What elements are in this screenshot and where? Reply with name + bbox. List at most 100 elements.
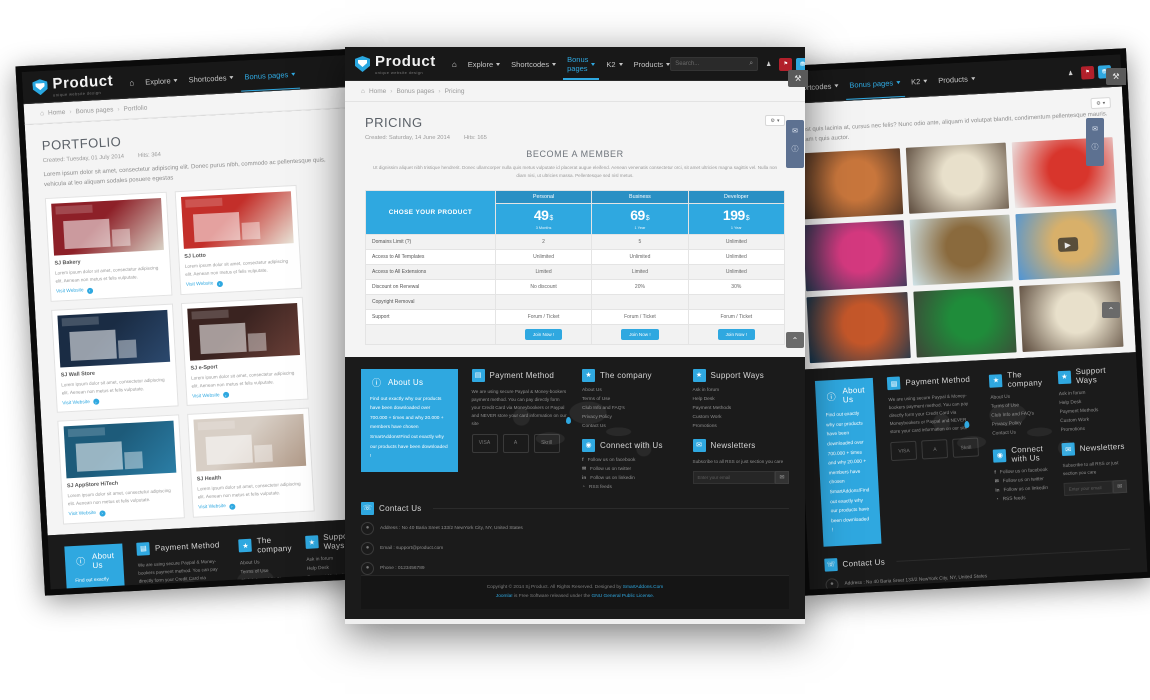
search-input[interactable]: Search... ⌕ — [670, 57, 759, 71]
display-options-button[interactable]: ⚙ ▾ — [765, 115, 785, 126]
newsletter-email-input[interactable]: Enter your email — [692, 470, 775, 484]
brave-movie-poster[interactable] — [806, 292, 911, 364]
social-link[interactable]: ◔ RSS feeds — [582, 485, 679, 490]
social-link[interactable]: ✉ Follow us on twitter — [995, 477, 1050, 485]
send-mail-icon[interactable]: ✉ — [1112, 480, 1128, 494]
nav-products[interactable]: Products — [937, 62, 975, 96]
visit-website-link[interactable]: Visit Website › — [56, 284, 166, 296]
pricing-window[interactable]: Product unique website design ⌂ Explore … — [345, 47, 805, 624]
join-now-button[interactable]: Join Now ! — [717, 328, 756, 340]
user-account-icon[interactable]: ♟ — [1064, 66, 1078, 80]
nav-home[interactable]: ⌂ — [452, 48, 457, 80]
portfolio-thumbnail[interactable] — [51, 198, 164, 256]
nav-home[interactable]: ⌂ — [128, 66, 135, 98]
social-link[interactable]: ◔ RSS feeds — [996, 495, 1051, 503]
portfolio-window[interactable]: Product unique website design ⌂ Explore … — [15, 48, 390, 596]
pricing-header-row: CHOSE YOUR PRODUCT Personal Business Develo… — [365, 189, 786, 235]
portfolio-card[interactable]: SJ Health Lorem ipsum dolor sit amet, co… — [187, 407, 315, 518]
visit-website-link[interactable]: Visit Website › — [192, 388, 302, 400]
gpl-link[interactable]: GNU General Public License. — [592, 594, 655, 599]
flying-animals-art[interactable] — [909, 214, 1014, 286]
nav-bonus-pages[interactable]: Bonus pages — [563, 48, 600, 80]
smartaddons-link[interactable]: SmartAddons.Com — [623, 585, 664, 590]
nav-products[interactable]: Products — [634, 48, 671, 80]
join-now-button[interactable]: Join Now ! — [621, 328, 659, 340]
caricature-art[interactable] — [913, 286, 1017, 358]
site-logo[interactable]: Product unique website design — [32, 72, 114, 98]
info-icon[interactable]: ⓘ — [792, 144, 799, 154]
visit-website-link[interactable]: Visit Website › — [68, 506, 178, 518]
center-nav[interactable]: ⌂ Explore Shortcodes Bonus pages K2 Prod… — [452, 47, 671, 81]
cart-icon[interactable]: ⛃ — [796, 57, 805, 71]
portfolio-card[interactable]: SJ Bakery Lorem ipsum dolor sit amet, co… — [44, 191, 173, 302]
portfolio-thumbnail[interactable] — [193, 414, 307, 472]
portfolio-card[interactable]: SJ Wall Store Lorem ipsum dolor sit amet… — [51, 303, 179, 414]
info-icon[interactable]: ⓘ — [1092, 142, 1099, 152]
nav-k2[interactable]: K2 — [910, 65, 928, 98]
visit-website-link[interactable]: Visit Website › — [198, 500, 308, 512]
play-button-icon[interactable]: ▶ — [1057, 237, 1079, 253]
portfolio-thumbnail[interactable] — [57, 309, 171, 368]
left-side-tab-widget[interactable]: ✉ ⓘ — [786, 120, 804, 168]
join-now-button[interactable]: Join Now ! — [524, 328, 563, 340]
user-account-icon[interactable]: ♟ — [762, 58, 775, 71]
right-toolbar[interactable]: ♟ ⚑ ⛃ — [1064, 64, 1112, 80]
portfolio-card[interactable]: SJ Lotto Lorem ipsum dolor sit amet, con… — [174, 185, 303, 295]
send-mail-icon[interactable]: ✉ — [775, 470, 789, 484]
portfolio-thumbnail[interactable] — [180, 191, 294, 250]
coffee-cup-photo[interactable] — [798, 148, 903, 220]
social-link[interactable]: in Follow us on linkedin — [995, 486, 1050, 494]
explorer-3d-video[interactable]: ▶ — [1015, 209, 1120, 281]
visit-website-link[interactable]: Visit Website › — [186, 277, 296, 289]
footer-link[interactable]: Privacy Policy — [241, 586, 294, 594]
breadcrumb-bonus[interactable]: Bonus pages — [396, 88, 434, 95]
joomla-link[interactable]: Joomla! — [496, 594, 513, 599]
newsletter-form[interactable]: Enter your email ✉ — [1063, 480, 1128, 497]
portfolio-description: Lorem ipsum dolor sit amet, consectetur … — [61, 376, 165, 396]
breadcrumb-home[interactable]: Home — [48, 108, 66, 116]
visit-website-link[interactable]: Visit Website › — [62, 395, 172, 407]
nav-explore[interactable]: Explore — [144, 64, 178, 98]
nav-explore[interactable]: Explore — [468, 48, 501, 80]
right-side-tab-widget[interactable]: ✉ ⓘ — [1086, 118, 1104, 166]
portfolio-thumbnail[interactable] — [63, 421, 177, 479]
settings-wrench-icon[interactable]: ⚒ — [1106, 68, 1126, 85]
nav-shortcodes[interactable]: Shortcodes — [511, 48, 557, 80]
footer-link[interactable]: Payment Methods — [693, 406, 790, 411]
nav-k2[interactable]: K2 — [606, 48, 623, 80]
language-flag-icon[interactable]: ⚑ — [779, 57, 793, 71]
footer-link[interactable]: Help Desk — [693, 397, 790, 402]
card-icon: ▤ — [471, 368, 485, 382]
scroll-to-top-button[interactable]: ⌃ — [1102, 302, 1120, 318]
footer-link[interactable]: Ask in forum — [693, 388, 790, 393]
site-logo[interactable]: Product unique website design — [355, 53, 436, 75]
newsletter-form[interactable]: Enter your email ✉ — [692, 470, 789, 484]
pricing-feature-row: Access to All Templates Unlimited Unlimite… — [365, 248, 786, 265]
newsletter-email-input[interactable]: Enter your email — [1063, 480, 1114, 497]
nav-bonus-pages[interactable]: Bonus pages — [849, 66, 901, 101]
portfolio-card[interactable]: SJ e-Sport Lorem ipsum dolor sit amet, c… — [180, 296, 309, 407]
language-flag-icon[interactable]: ⚑ — [1080, 65, 1095, 80]
footer-link[interactable]: Custom Work — [693, 415, 790, 420]
scroll-to-top-button[interactable]: ⌃ — [786, 332, 804, 348]
settings-wrench-icon[interactable]: ⚒ — [788, 70, 808, 87]
megaphone-icon[interactable]: ✉ — [1092, 125, 1098, 133]
display-options-button[interactable]: ⚙ ▾ — [1090, 97, 1112, 110]
portfolio-card[interactable]: SJ AppStore HiTech Lorem ipsum dolor sit… — [57, 414, 185, 525]
contact-row: ● Email : support@product.com — [361, 541, 789, 555]
breadcrumb-bonus[interactable]: Bonus pages — [75, 106, 113, 115]
nav-bonus-pages[interactable]: Bonus pages — [244, 58, 297, 93]
vintage-radio-photo[interactable] — [905, 142, 1010, 214]
center-breadcrumb[interactable]: ⌂ Home › Bonus pages › Pricing — [345, 81, 805, 102]
nav-shortcodes[interactable]: Shortcodes — [188, 61, 235, 95]
footer-link[interactable]: Promotions — [693, 424, 790, 429]
center-toolbar[interactable]: Search... ⌕ ♟ ⚑ ⛃ — [670, 57, 805, 71]
portfolio-thumbnail[interactable] — [187, 302, 300, 361]
footer-link[interactable]: Contact Us — [242, 595, 295, 596]
dancers-illustration[interactable] — [802, 220, 907, 292]
breadcrumb-home[interactable]: Home — [369, 88, 386, 95]
social-link[interactable]: in Follow us on linkedin — [582, 476, 679, 481]
footer-link-list[interactable]: Ask in forum Help Desk Payment Methods Cust… — [693, 388, 790, 429]
megaphone-icon[interactable]: ✉ — [792, 127, 798, 135]
search-icon[interactable]: ⌕ — [749, 60, 753, 68]
